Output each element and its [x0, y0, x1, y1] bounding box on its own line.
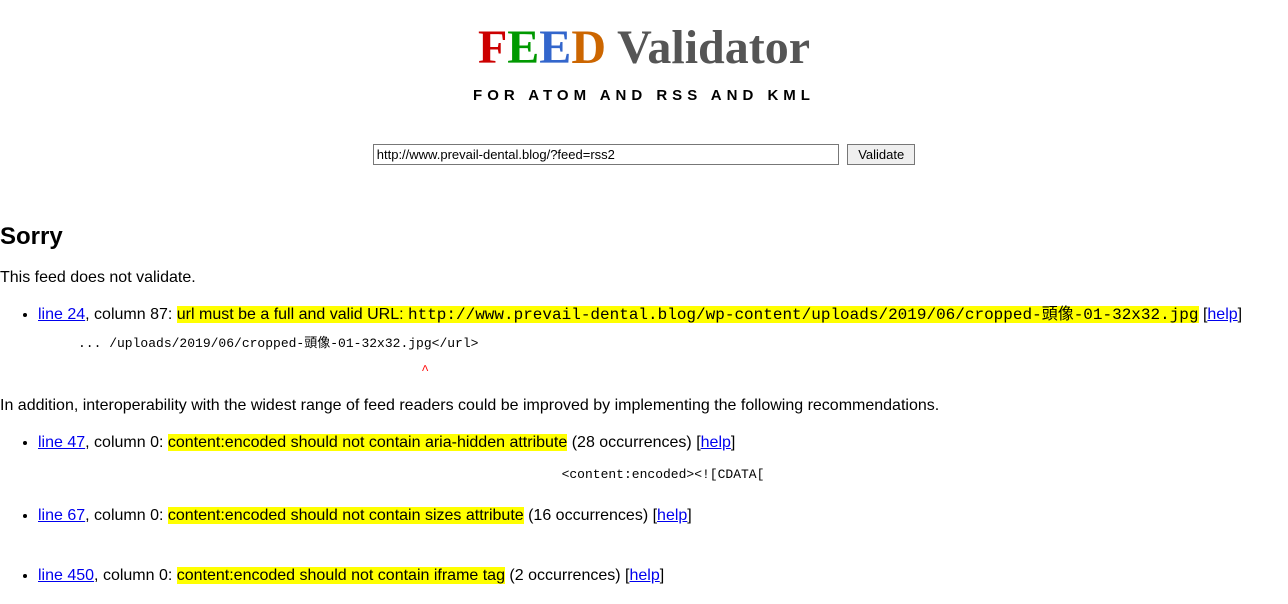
result-summary: This feed does not validate. [0, 269, 1288, 287]
result-heading: Sorry [0, 223, 1288, 251]
page-subtitle: FOR ATOM AND RSS AND KML [0, 87, 1288, 104]
recommendation-list: line 47, column 0: content:encoded shoul… [0, 431, 1288, 589]
error-item: line 24, column 87: url must be a full a… [38, 303, 1288, 381]
page-title: FEED Validator [0, 20, 1288, 75]
rec-count: (28 occurrences) [567, 434, 696, 451]
recommendation-item: line 47, column 0: content:encoded shoul… [38, 431, 1288, 485]
recommendations-intro: In addition, interoperability with the w… [0, 397, 1288, 415]
error-caret: ^ [78, 361, 1288, 381]
error-message: url must be a full and valid URL: http:/… [177, 306, 1199, 323]
rec-column: , column 0: [85, 507, 168, 524]
error-list: line 24, column 87: url must be a full a… [0, 303, 1288, 381]
rec-message: content:encoded should not contain sizes… [168, 507, 524, 524]
logo-rest: Validator [606, 21, 810, 74]
help-link[interactable]: help [701, 434, 731, 451]
error-column: , column 87: [85, 306, 177, 323]
help-link[interactable]: help [657, 507, 687, 524]
validate-form: Validate [0, 144, 1288, 165]
rec-message: content:encoded should not contain aria-… [168, 434, 567, 451]
validate-button[interactable]: Validate [847, 144, 915, 165]
rec-count: (16 occurrences) [524, 507, 653, 524]
logo-letter-e1: E [507, 21, 539, 74]
rec-line-link[interactable]: line 47 [38, 434, 85, 451]
logo-letter-d: D [571, 21, 606, 74]
error-snippet: ... /uploads/2019/06/cropped-頭像-01-32x32… [78, 335, 1288, 353]
recommendation-item-cutoff: line 450, column 0: content:encoded shou… [38, 564, 1288, 588]
rec-snippet: <content:encoded><![CDATA[ [38, 465, 1288, 485]
error-line-link[interactable]: line 24 [38, 306, 85, 323]
logo-letter-e2: E [539, 21, 571, 74]
logo-letter-f: F [478, 21, 507, 74]
recommendation-item: line 67, column 0: content:encoded shoul… [38, 504, 1288, 556]
help-link[interactable]: help [1207, 306, 1237, 323]
rec-column: , column 0: [85, 434, 168, 451]
feed-url-input[interactable] [373, 144, 839, 165]
rec-line-link[interactable]: line 67 [38, 507, 85, 524]
